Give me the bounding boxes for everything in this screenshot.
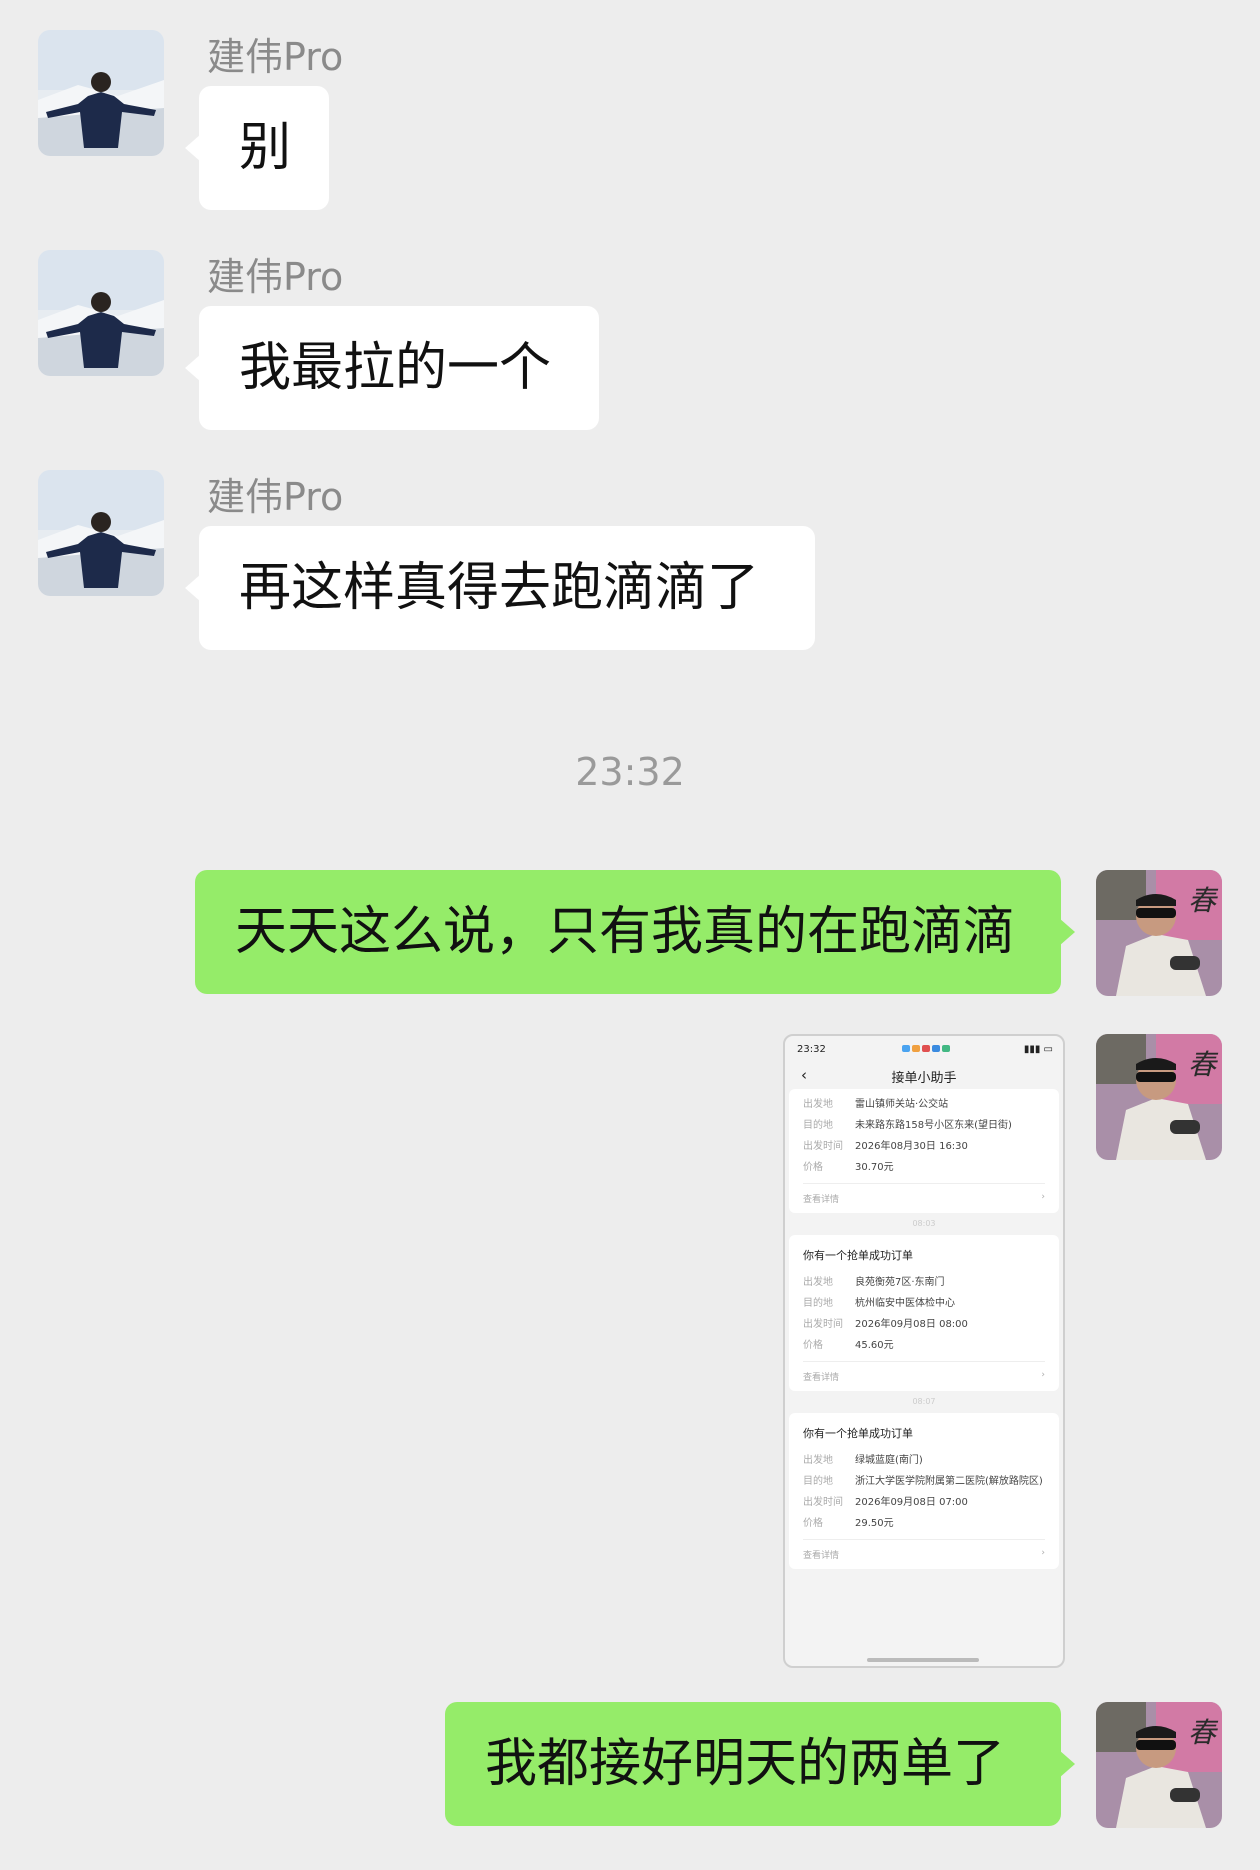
chevron-right-icon: › (1041, 1370, 1045, 1380)
status-bar: 23:32 ▮▮▮ ▭ (785, 1036, 1063, 1055)
order-details-link: 查看详情 › (803, 1539, 1045, 1569)
svg-text:春: 春 (1188, 1716, 1219, 1749)
contact-avatar[interactable] (38, 30, 164, 156)
order-row: 出发地 良苑衡苑7区·东南门 (803, 1277, 945, 1288)
order-card: 出发地 雷山镇师关站·公交站 目的地 未来路东路158号小区东来(望日街) 出发时间… (789, 1089, 1059, 1213)
image-message[interactable]: 23:32 ▮▮▮ ▭ ‹ 接单小助手 出发地 雷山镇师关站·公交站 目的地 未来路… (783, 1034, 1065, 1668)
message-bubble-in[interactable]: 我最拉的一个 (185, 306, 599, 430)
order-separator-time: 08:03 (912, 1219, 936, 1228)
order-card-title: 你有一个抢单成功订单 (803, 1249, 913, 1262)
status-time: 23:32 (797, 1044, 826, 1055)
order-row: 出发时间 2026年09月08日 08:00 (803, 1319, 968, 1330)
order-row: 目的地 未来路东路158号小区东来(望日街) (803, 1120, 1012, 1131)
message-bubble-out[interactable]: 我都接好明天的两单了 (445, 1702, 1075, 1826)
sender-name: 建伟Pro (207, 255, 344, 299)
back-icon: ‹ (801, 1066, 807, 1084)
contact-avatar-image (38, 30, 164, 156)
chevron-right-icon: › (1041, 1192, 1045, 1202)
order-row: 价格 45.60元 (803, 1340, 894, 1351)
svg-text:春: 春 (1188, 1048, 1219, 1081)
order-card: 你有一个抢单成功订单 出发地 绿城蓝庭(南门) 目的地 浙江大学医学院附属第二医院(… (789, 1413, 1059, 1569)
order-card: 你有一个抢单成功订单 出发地 良苑衡苑7区·东南门 目的地 杭州临安中医体检中心 出… (789, 1235, 1059, 1391)
order-details-link: 查看详情 › (803, 1361, 1045, 1391)
svg-text:春: 春 (1188, 884, 1219, 917)
message-bubble-out[interactable]: 天天这么说，只有我真的在跑滴滴 (195, 870, 1075, 994)
sender-name: 建伟Pro (207, 475, 344, 519)
message-bubble-in[interactable]: 再这样真得去跑滴滴了 (185, 526, 815, 650)
order-row: 出发时间 2026年09月08日 07:00 (803, 1497, 968, 1508)
contact-avatar-image (38, 250, 164, 376)
order-row: 价格 29.50元 (803, 1518, 894, 1529)
message-text: 别 (239, 118, 292, 178)
my-avatar-image: 春 (1096, 1702, 1222, 1828)
order-row: 出发地 绿城蓝庭(南门) (803, 1455, 923, 1466)
order-details-link: 查看详情 › (803, 1183, 1045, 1213)
sender-name: 建伟Pro (207, 35, 344, 79)
chat-timestamp: 23:32 (575, 750, 685, 794)
home-indicator (867, 1658, 979, 1662)
status-icons (900, 1044, 950, 1055)
message-bubble-in[interactable]: 别 (185, 86, 329, 210)
signal-battery-icon: ▮▮▮ ▭ (1023, 1044, 1053, 1055)
chevron-right-icon: › (1041, 1548, 1045, 1558)
order-separator-time: 08:07 (912, 1397, 936, 1406)
message-text: 再这样真得去跑滴滴了 (239, 558, 760, 618)
my-avatar[interactable]: 春 (1096, 870, 1222, 996)
order-row: 出发时间 2026年08月30日 16:30 (803, 1141, 968, 1152)
order-row: 目的地 浙江大学医学院附属第二医院(解放路院区) (803, 1476, 1043, 1487)
contact-avatar[interactable] (38, 470, 164, 596)
order-row: 出发地 雷山镇师关站·公交站 (803, 1099, 949, 1110)
screenshot-header: ‹ 接单小助手 (785, 1066, 1063, 1089)
order-card-title: 你有一个抢单成功订单 (803, 1427, 913, 1440)
message-text: 天天这么说，只有我真的在跑滴滴 (235, 902, 1016, 962)
message-text: 我都接好明天的两单了 (485, 1734, 1006, 1794)
screenshot-title: 接单小助手 (891, 1071, 957, 1086)
my-avatar[interactable]: 春 (1096, 1702, 1222, 1828)
contact-avatar[interactable] (38, 250, 164, 376)
my-avatar[interactable]: 春 (1096, 1034, 1222, 1160)
my-avatar-image: 春 (1096, 870, 1222, 996)
order-row: 目的地 杭州临安中医体检中心 (803, 1298, 955, 1309)
order-row: 价格 30.70元 (803, 1162, 894, 1173)
contact-avatar-image (38, 470, 164, 596)
message-text: 我最拉的一个 (239, 338, 552, 398)
my-avatar-image: 春 (1096, 1034, 1222, 1160)
